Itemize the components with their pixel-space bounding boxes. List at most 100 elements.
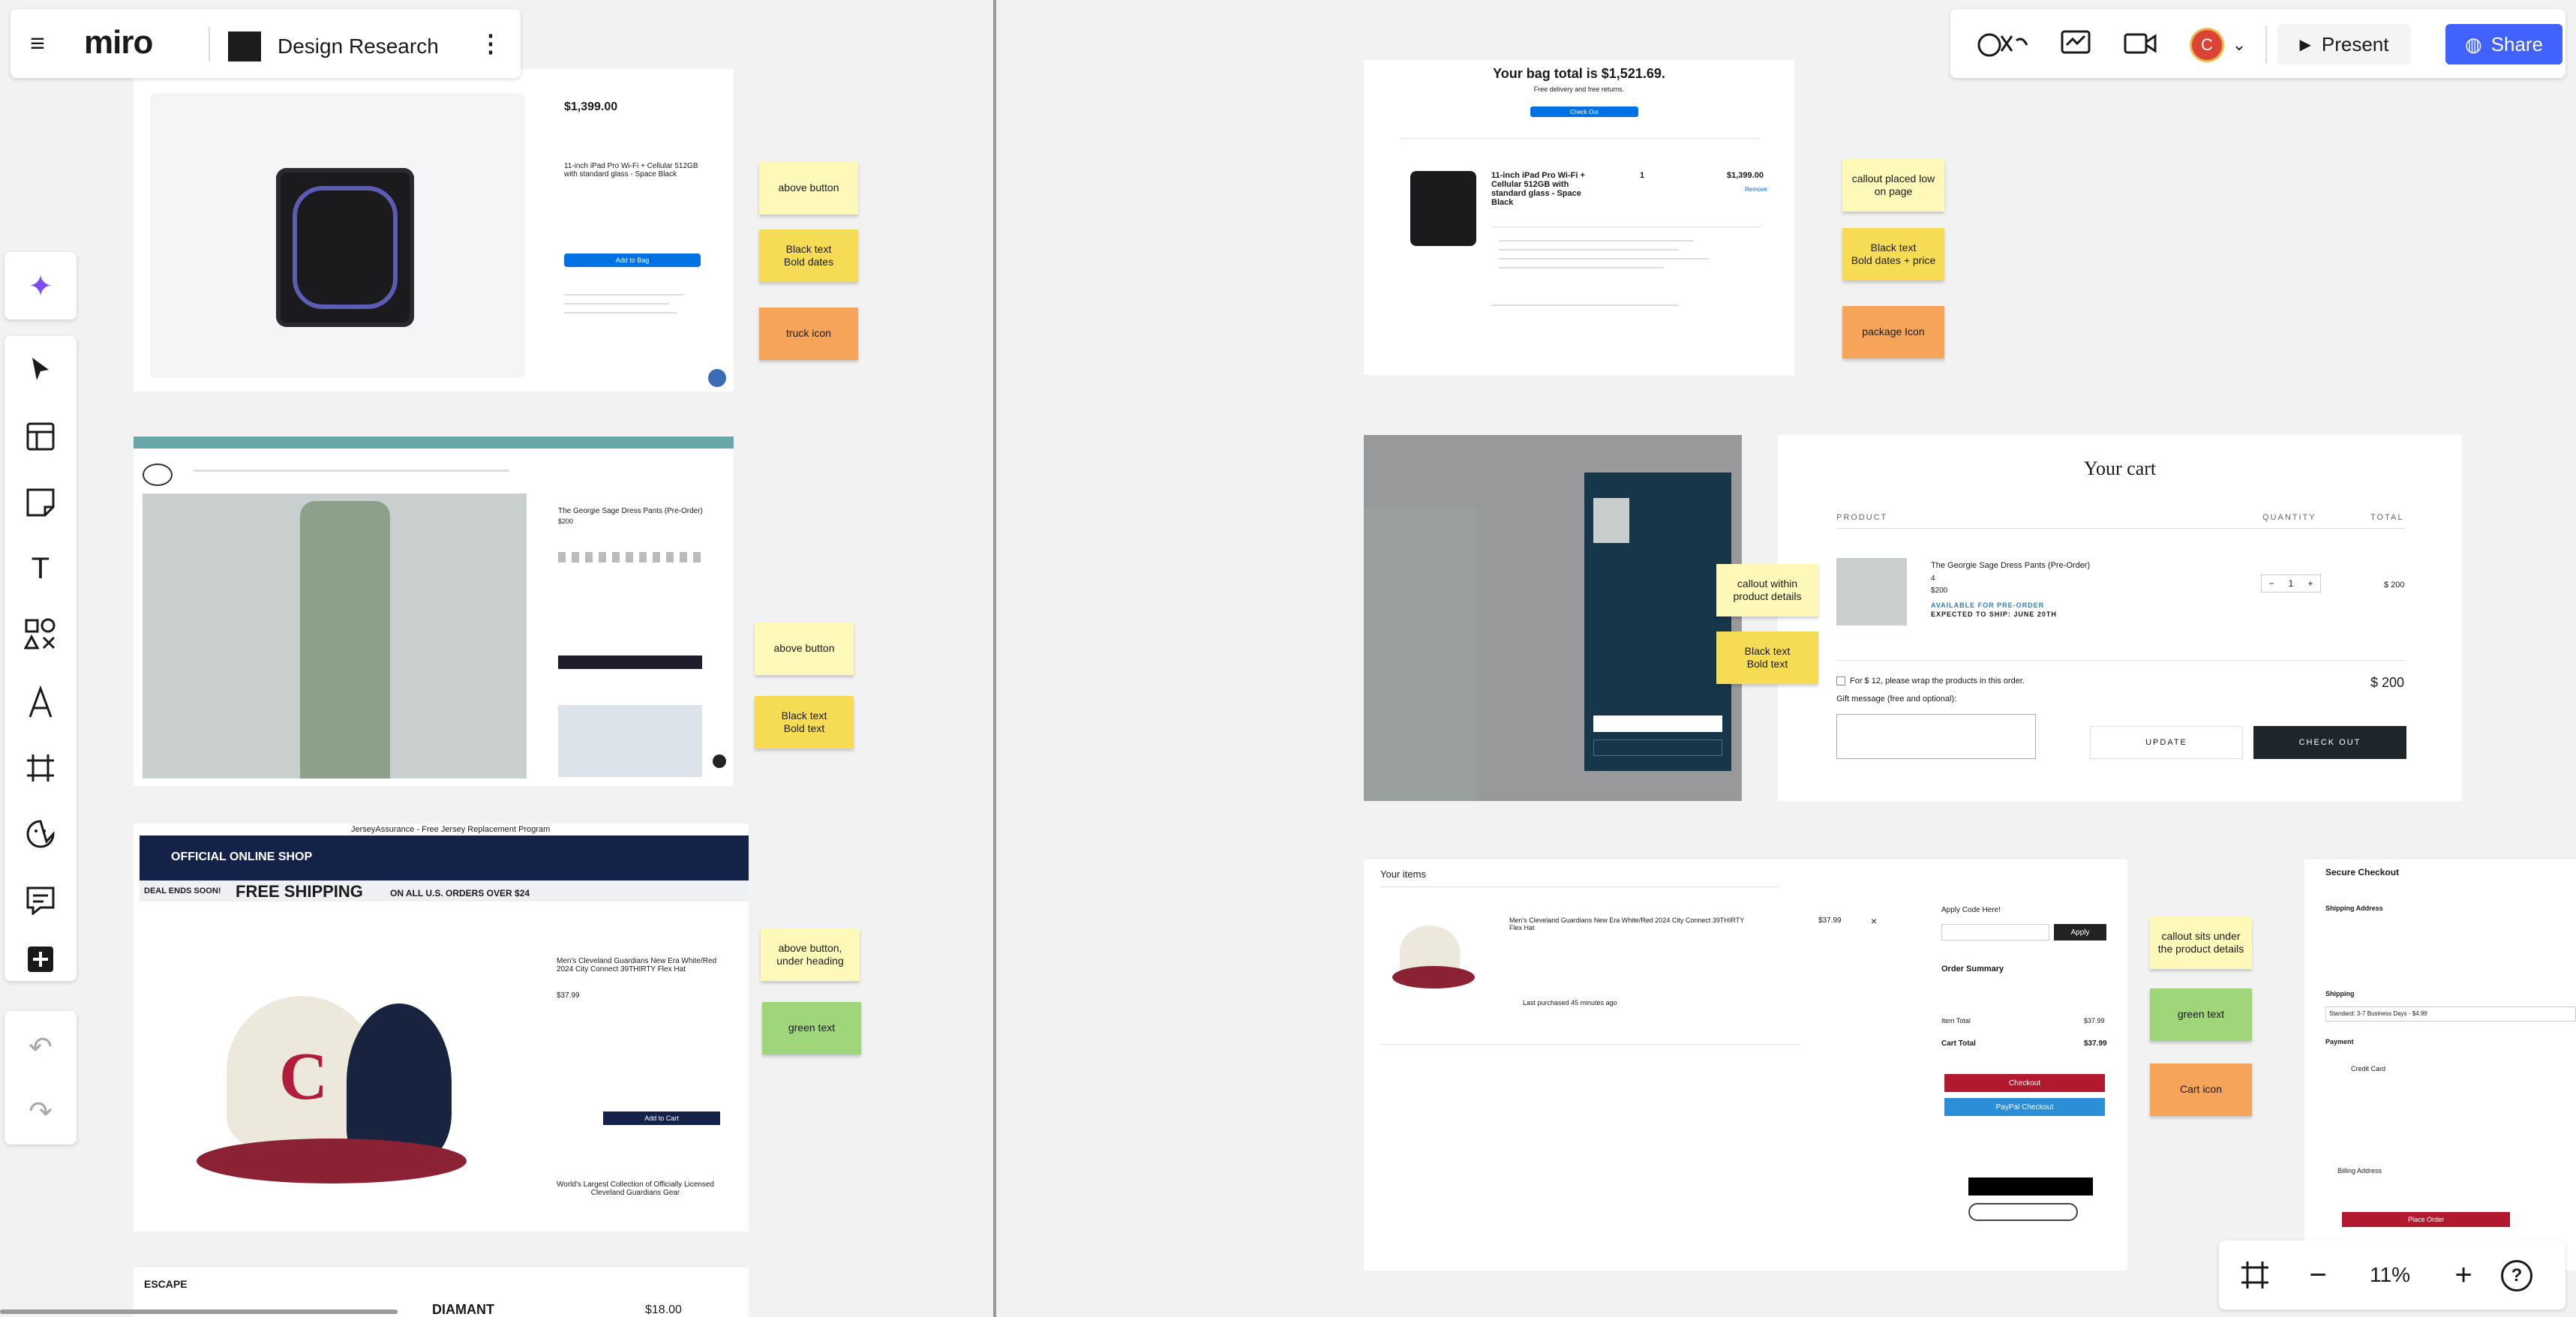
gift-wrap-checkbox[interactable] xyxy=(1836,676,1845,686)
order-summary: Order Summary xyxy=(1941,964,2004,974)
undo-icon[interactable]: ↶ xyxy=(20,1026,62,1068)
sticky-note[interactable]: above button xyxy=(759,162,858,214)
board-thumbnail[interactable] xyxy=(228,32,261,62)
present-label: Present xyxy=(2321,32,2389,56)
sticky-note[interactable]: Black text Bold dates + price xyxy=(1842,228,1944,280)
sticky-note[interactable]: above button xyxy=(755,622,854,675)
fit-to-screen-icon[interactable] xyxy=(2232,1256,2277,1294)
mlb-cart-screenshot[interactable]: Your items Men's Cleveland Guardians New… xyxy=(1364,860,2127,1270)
sticky-note[interactable]: Black text Bold text xyxy=(755,696,854,748)
add-to-bag-button[interactable]: Add to Bag xyxy=(564,254,701,267)
sticky-note[interactable]: Cart icon xyxy=(2150,1064,2252,1116)
share-button[interactable]: ◍ Share xyxy=(2445,24,2562,64)
reactions-icon[interactable] xyxy=(1967,26,2034,62)
cart-subtotal: $ 200 xyxy=(2370,675,2405,690)
secure-checkout-screenshot[interactable]: Secure Checkout Shipping Address Shippin… xyxy=(2304,860,2576,1270)
board-title[interactable]: Design Research xyxy=(278,34,439,58)
quantity-stepper[interactable]: − 1 + xyxy=(2261,574,2321,592)
decrement-icon[interactable]: − xyxy=(2269,578,2274,589)
present-button[interactable]: ▶ Present xyxy=(2277,24,2411,64)
add-to-cart-button[interactable] xyxy=(558,656,702,669)
sticky-note[interactable]: Black text Bold text xyxy=(1716,632,1818,684)
gift-message-input[interactable] xyxy=(1836,714,2036,759)
main-menu-icon[interactable]: ≡ xyxy=(20,27,56,60)
collection-text: World's Largest Collection of Officially… xyxy=(557,1180,714,1197)
sticky-note[interactable]: callout sits under the product details xyxy=(2150,916,2252,969)
bag-remove[interactable]: Remove xyxy=(1745,186,1767,193)
stickers-icon[interactable] xyxy=(20,813,62,855)
zoom-bar: − 11% + ? xyxy=(2219,1240,2565,1310)
horizontal-scrollbar[interactable] xyxy=(0,1310,398,1314)
increment-icon[interactable]: + xyxy=(2307,578,2313,589)
gpay-button[interactable] xyxy=(1968,1178,2093,1196)
drawer-checkout-button[interactable] xyxy=(1593,740,1722,756)
undo-redo-bar: ↶ ↷ xyxy=(5,1011,77,1144)
cart-checkout-button[interactable]: CHECK OUT xyxy=(2253,726,2406,759)
suit-pdp-screenshot[interactable]: The Georgie Sage Dress Pants (Pre-Order)… xyxy=(134,436,734,786)
credit-card-radio[interactable]: Credit Card xyxy=(2351,1065,2385,1072)
chat-icon[interactable] xyxy=(713,754,726,768)
mlb-add-to-cart[interactable]: Add to Cart xyxy=(603,1112,720,1125)
more-options-icon[interactable]: ⋮ xyxy=(476,27,506,60)
text-tool-icon[interactable]: T xyxy=(20,548,62,590)
activity-icon[interactable] xyxy=(2057,26,2094,62)
go-to-cart-button[interactable] xyxy=(1593,716,1722,732)
miro-logo[interactable]: miro xyxy=(84,24,153,62)
apple-pdp-screenshot[interactable]: $1,399.00 11-inch iPad Pro Wi-Fi + Cellu… xyxy=(134,69,734,392)
place-order-button[interactable]: Place Order xyxy=(2342,1212,2510,1227)
zoom-level[interactable]: 11% xyxy=(2351,1256,2429,1294)
product-title: 11-inch iPad Pro Wi-Fi + Cellular 512GB … xyxy=(564,162,698,178)
mlb-pdp-screenshot[interactable]: JerseyAssurance - Free Jersey Replacemen… xyxy=(134,824,749,1232)
product-image-area xyxy=(150,93,525,378)
top-right-toolbar: C ⌄ ▶ Present ◍ Share xyxy=(1950,9,2565,78)
sticky-note-icon[interactable] xyxy=(20,482,62,524)
apply-button[interactable]: Apply xyxy=(2054,924,2106,940)
sticky-note[interactable]: green text xyxy=(762,1002,861,1054)
sticky-note[interactable]: green text xyxy=(2150,988,2252,1041)
suit-image xyxy=(143,494,527,778)
your-items-heading: Your items xyxy=(1380,868,1426,880)
sticky-note[interactable]: truck icon xyxy=(759,308,858,360)
frame-icon[interactable] xyxy=(20,747,62,789)
help-icon[interactable]: ? xyxy=(2501,1260,2532,1292)
sticky-note[interactable]: above button, under heading xyxy=(761,928,860,981)
escape-price: $18.00 xyxy=(645,1304,682,1316)
sticky-note[interactable]: callout placed low on page xyxy=(1842,159,1944,212)
pen-icon[interactable] xyxy=(20,681,62,723)
mlb-checkout-button[interactable]: Checkout xyxy=(1944,1074,2105,1092)
klarna-button[interactable] xyxy=(1968,1203,2078,1221)
sticky-note[interactable]: callout within product details xyxy=(1716,564,1818,616)
bag-checkout-button[interactable]: Check Out xyxy=(1530,106,1638,117)
suit-cart-drawer-screenshot[interactable] xyxy=(1364,435,1742,801)
redo-icon[interactable]: ↷ xyxy=(20,1090,62,1132)
select-tool-icon[interactable] xyxy=(20,348,62,390)
bag-ipad-image xyxy=(1410,171,1476,246)
zoom-out-button[interactable]: − xyxy=(2297,1256,2339,1294)
sticky-note[interactable]: Black text Bold dates xyxy=(759,230,858,282)
coupon-input[interactable] xyxy=(1941,924,2049,940)
shipping-select[interactable]: Standard: 3-7 Business Days - $4.99 xyxy=(2325,1006,2576,1022)
update-button[interactable]: UPDATE xyxy=(2090,726,2243,759)
bag-product: 11-inch iPad Pro Wi-Fi + Cellular 512GB … xyxy=(1491,171,1585,207)
apple-bag-screenshot[interactable]: Your bag total is $1,521.69. Free delive… xyxy=(1364,60,1794,375)
templates-icon[interactable] xyxy=(20,416,62,458)
share-label: Share xyxy=(2490,32,2544,56)
comment-icon[interactable] xyxy=(20,879,62,921)
chevron-down-icon[interactable]: ⌄ xyxy=(2228,30,2250,60)
remove-icon[interactable]: × xyxy=(1871,915,1877,927)
video-icon[interactable] xyxy=(2121,26,2159,62)
your-cart-screenshot[interactable]: Your cart PRODUCT QUANTITY TOTAL The Geo… xyxy=(1778,435,2462,801)
board-canvas[interactable]: $1,399.00 11-inch iPad Pro Wi-Fi + Cellu… xyxy=(0,0,2576,1317)
sparkle-icon[interactable]: ✦ xyxy=(18,266,63,308)
cart-drawer[interactable] xyxy=(1584,472,1731,771)
shapes-icon[interactable] xyxy=(20,614,62,656)
sticky-note[interactable]: package Icon xyxy=(1842,306,1944,358)
escape-brand: ESCAPE xyxy=(144,1278,188,1290)
add-more-icon[interactable] xyxy=(20,940,62,978)
avatar[interactable]: C xyxy=(2192,30,2222,60)
mlb-cart-hat-image xyxy=(1392,926,1475,993)
item-total-label: Item Total xyxy=(1941,1017,1971,1024)
bag-price: $1,399.00 xyxy=(1727,171,1764,180)
paypal-button[interactable]: PayPal Checkout xyxy=(1944,1098,2105,1116)
zoom-in-button[interactable]: + xyxy=(2442,1256,2484,1294)
